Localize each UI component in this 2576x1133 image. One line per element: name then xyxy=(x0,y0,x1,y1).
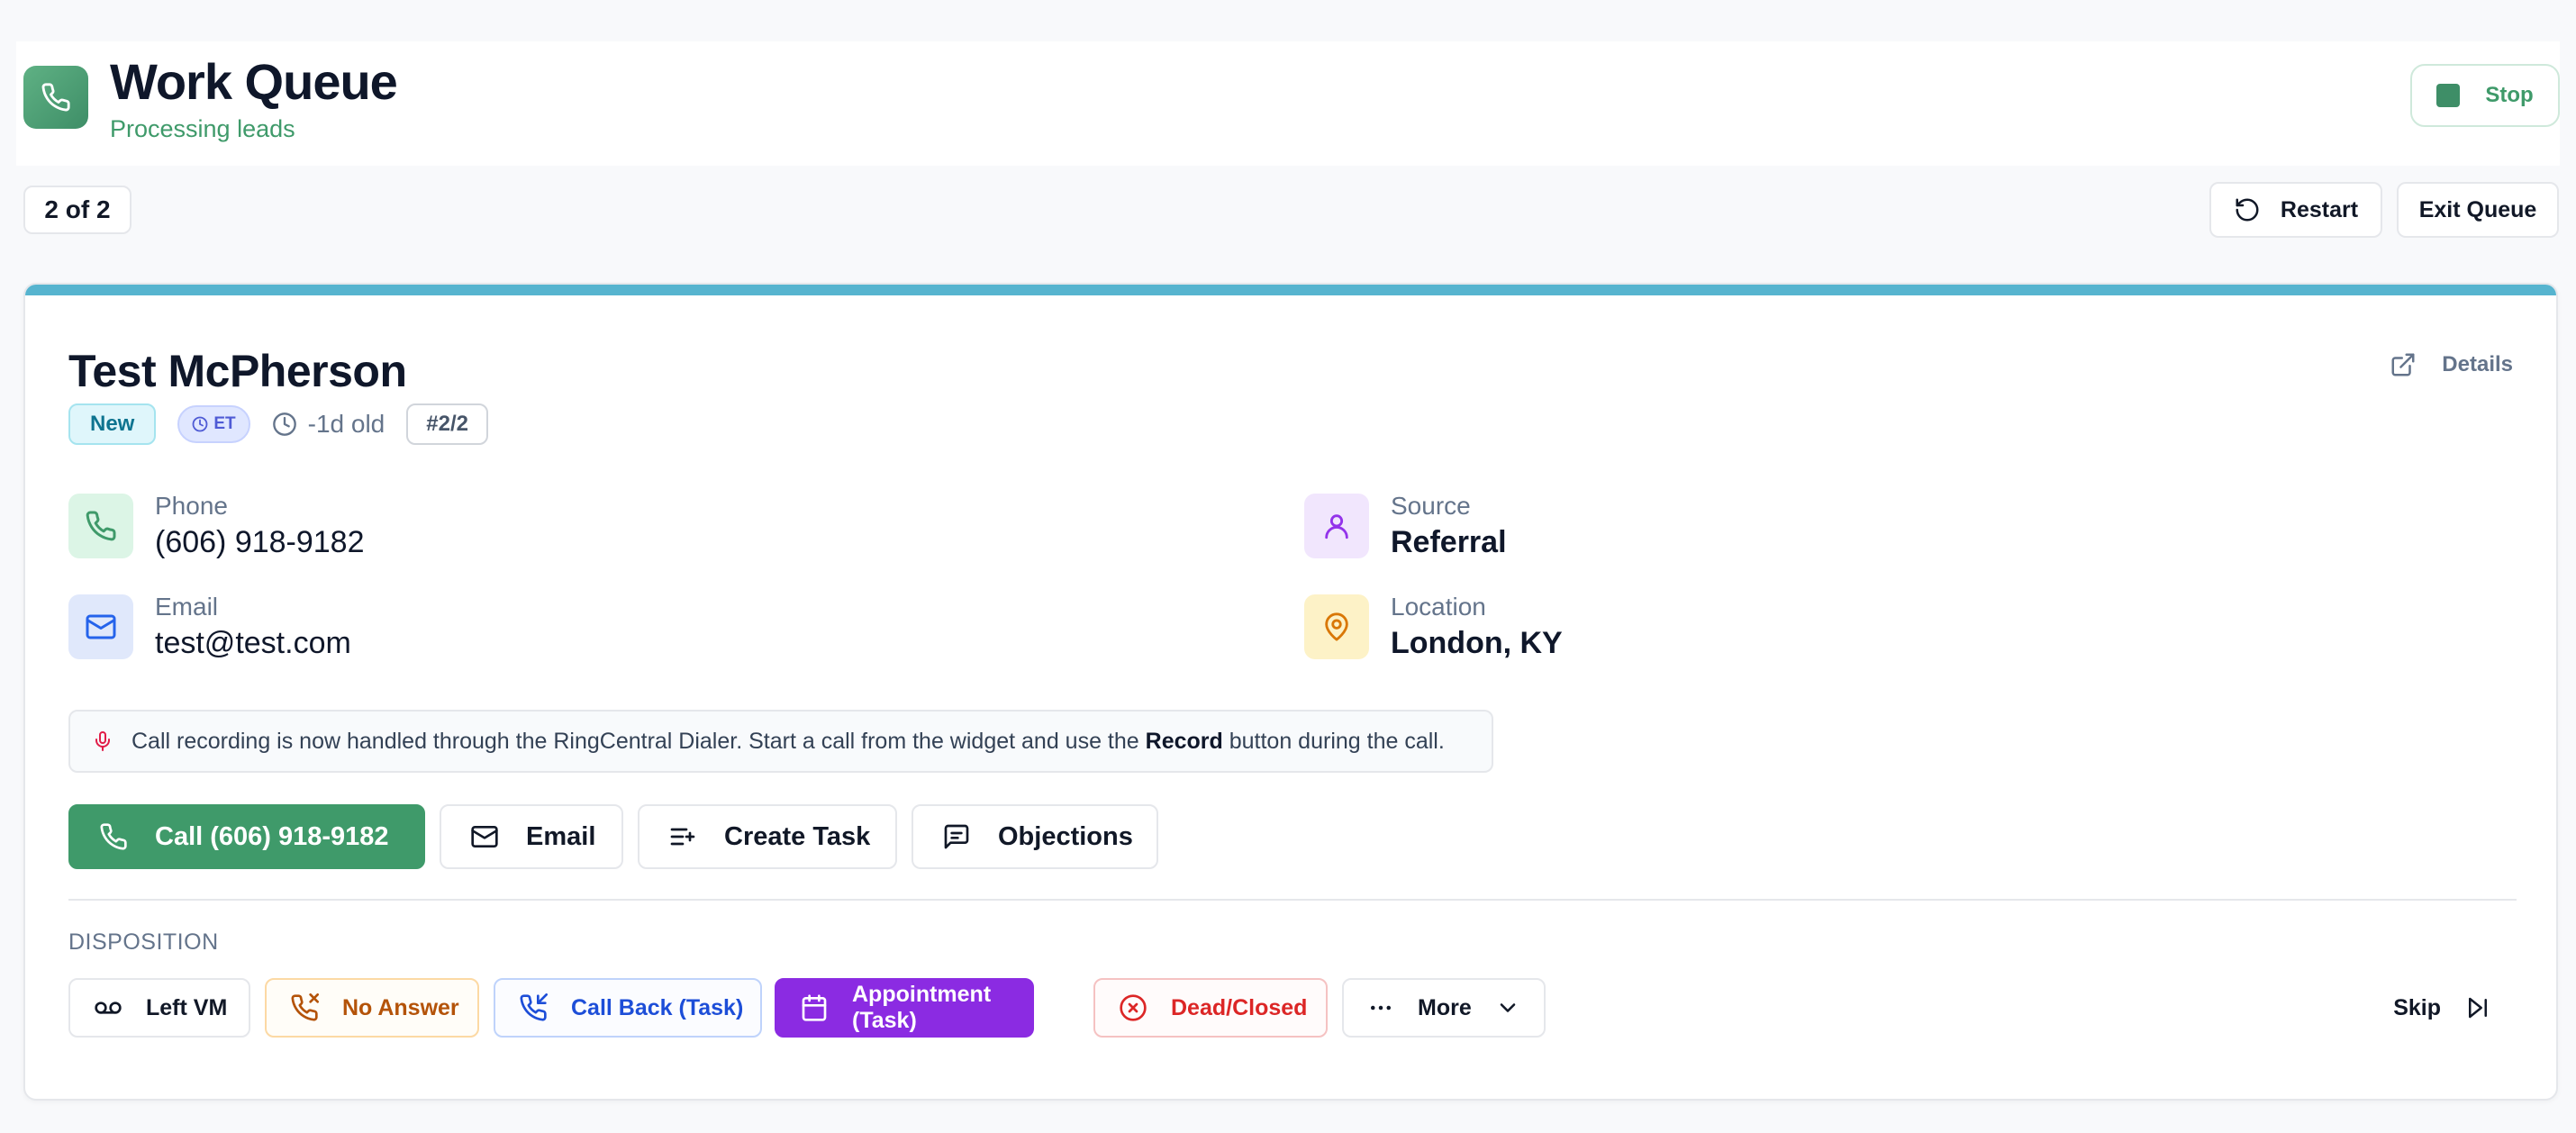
microphone-icon xyxy=(92,730,113,752)
source-label: Source xyxy=(1391,492,1471,520)
recording-notice: Call recording is now handled through th… xyxy=(68,710,1493,773)
exit-queue-button-label: Exit Queue xyxy=(2418,196,2537,222)
details-link[interactable]: Details xyxy=(2390,351,2513,378)
skip-button[interactable]: Skip xyxy=(2393,978,2491,1038)
disposition-label: DISPOSITION xyxy=(68,929,219,955)
skip-label: Skip xyxy=(2393,994,2441,1020)
notice-text-before: Call recording is now handled through th… xyxy=(132,728,1139,754)
call-back-label: Call Back (Task) xyxy=(571,994,744,1020)
phone-field: Phone (606) 918-9182 xyxy=(68,492,365,562)
stop-button[interactable]: Stop xyxy=(2410,64,2560,127)
calendar-icon xyxy=(800,993,829,1022)
position-badge: #2/2 xyxy=(406,403,488,445)
recording-notice-text: Call recording is now handled through th… xyxy=(132,729,1445,755)
details-link-label: Details xyxy=(2442,352,2513,376)
left-vm-button[interactable]: Left VM xyxy=(68,978,250,1038)
location-label: Location xyxy=(1391,593,1486,621)
notice-emphasis: Record xyxy=(1145,728,1223,754)
dead-closed-label: Dead/Closed xyxy=(1171,994,1308,1020)
phone-icon xyxy=(23,66,88,129)
phone-missed-icon xyxy=(290,993,319,1022)
message-square-icon xyxy=(942,822,971,851)
notice-text-after: button during the call. xyxy=(1229,728,1445,754)
clock-icon xyxy=(272,412,297,437)
rotate-ccw-icon xyxy=(2234,196,2261,223)
phone-incoming-icon xyxy=(519,993,548,1022)
page-header: Work Queue Processing leads Stop xyxy=(16,41,2560,166)
phone-icon xyxy=(68,494,133,558)
list-plus-icon xyxy=(668,822,697,851)
call-button[interactable]: Call (606) 918-9182 xyxy=(68,804,425,869)
map-pin-icon xyxy=(1304,594,1369,659)
email-value: test@test.com xyxy=(155,626,351,660)
location-value: London, KY xyxy=(1391,626,1563,660)
no-answer-button[interactable]: No Answer xyxy=(265,978,479,1038)
appointment-button[interactable]: Appointment (Task) xyxy=(775,978,1034,1038)
objections-button[interactable]: Objections xyxy=(912,804,1158,869)
status-badge: New xyxy=(68,403,157,445)
page-title: Work Queue xyxy=(110,53,398,110)
phone-value: (606) 918-9182 xyxy=(155,525,365,559)
ellipsis-icon xyxy=(1367,994,1394,1021)
card-accent-bar xyxy=(25,285,2556,295)
lead-age: -1d old xyxy=(272,410,385,439)
email-button[interactable]: Email xyxy=(440,804,623,869)
dead-closed-button[interactable]: Dead/Closed xyxy=(1093,978,1328,1038)
appointment-label: Appointment (Task) xyxy=(852,982,992,1033)
lead-badges: New ET -1d old #2/2 xyxy=(68,403,488,445)
source-field: Source Referral xyxy=(1304,492,1507,562)
exit-queue-button[interactable]: Exit Queue xyxy=(2397,182,2559,238)
timezone-badge-label: ET xyxy=(213,414,236,433)
page-subtitle: Processing leads xyxy=(110,115,295,142)
lead-name: Test McPherson xyxy=(68,346,407,396)
stop-icon xyxy=(2436,84,2461,107)
call-button-label: Call (606) 918-9182 xyxy=(155,821,389,851)
voicemail-icon xyxy=(94,993,122,1022)
timezone-badge: ET xyxy=(177,405,250,443)
restart-button-label: Restart xyxy=(2280,196,2359,222)
create-task-button[interactable]: Create Task xyxy=(638,804,897,869)
call-back-button[interactable]: Call Back (Task) xyxy=(494,978,762,1038)
phone-icon xyxy=(99,822,128,851)
left-vm-label: Left VM xyxy=(146,994,228,1020)
more-dropdown-button[interactable]: More xyxy=(1342,978,1546,1038)
queue-counter: 2 of 2 xyxy=(23,186,132,234)
mail-icon xyxy=(68,594,133,659)
create-task-button-label: Create Task xyxy=(724,821,871,851)
skip-forward-icon xyxy=(2464,994,2491,1021)
external-link-icon xyxy=(2390,351,2417,378)
more-label: More xyxy=(1418,994,1472,1020)
email-label: Email xyxy=(155,593,219,621)
chevron-down-icon xyxy=(1495,995,1520,1020)
clock-icon xyxy=(192,416,208,432)
location-field: Location London, KY xyxy=(1304,593,1563,663)
x-circle-icon xyxy=(1119,993,1147,1022)
restart-button[interactable]: Restart xyxy=(2209,182,2382,238)
email-button-label: Email xyxy=(526,821,596,851)
lead-age-text: -1d old xyxy=(307,410,385,438)
stop-button-label: Stop xyxy=(2485,83,2534,107)
mail-icon xyxy=(470,822,499,851)
phone-label: Phone xyxy=(155,492,228,520)
objections-button-label: Objections xyxy=(998,821,1133,851)
no-answer-label: No Answer xyxy=(342,994,459,1020)
email-field: Email test@test.com xyxy=(68,593,351,663)
source-value: Referral xyxy=(1391,525,1507,559)
lead-card: Test McPherson Details New ET -1d old #2… xyxy=(23,283,2558,1101)
user-icon xyxy=(1304,494,1369,558)
divider xyxy=(68,899,2517,901)
